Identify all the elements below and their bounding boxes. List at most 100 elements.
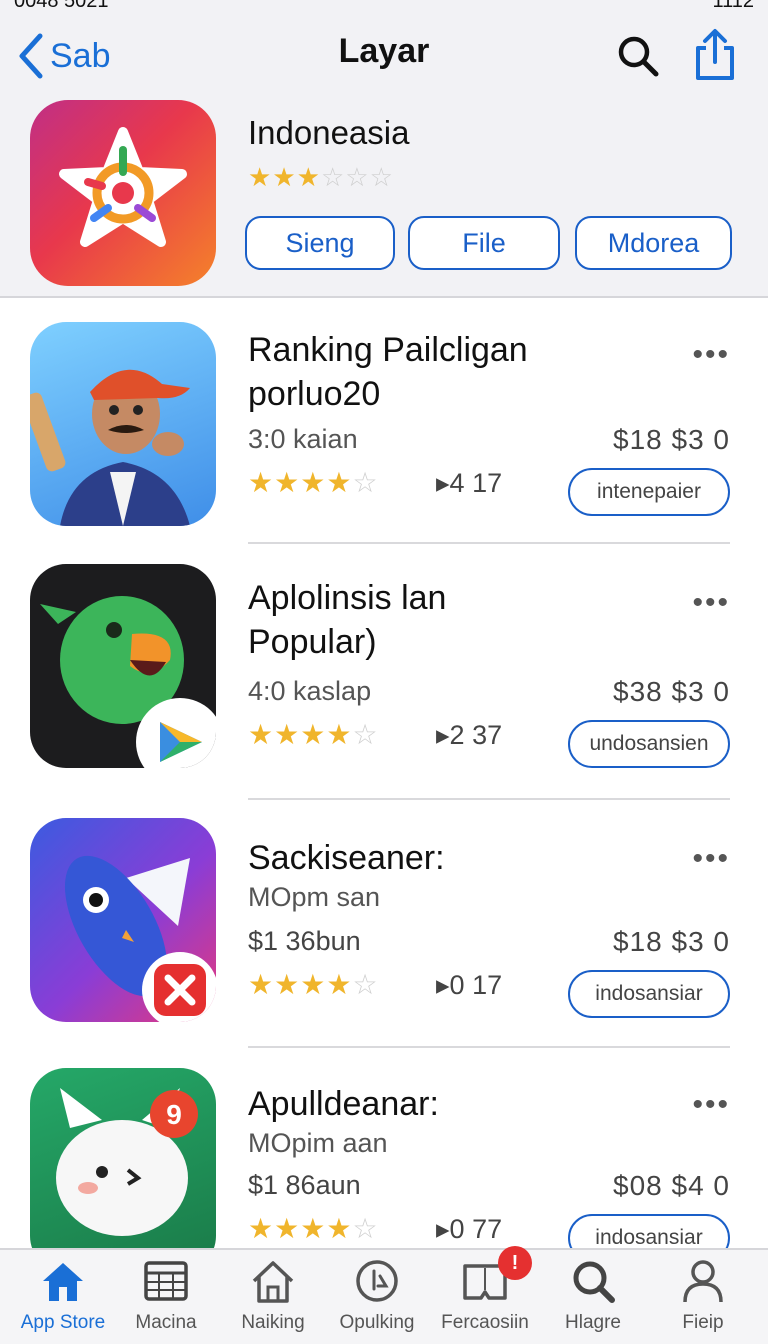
share-icon: [696, 29, 734, 80]
chevron-left-icon: [19, 33, 43, 79]
star-empty-icon: ☆: [369, 162, 394, 192]
tab-label: Macina: [135, 1312, 197, 1333]
tab-opulking[interactable]: Opulking: [322, 1256, 432, 1344]
grid-icon: [144, 1261, 188, 1301]
featured-app-name: Indoneasia: [248, 114, 410, 151]
star-filled-icon: ★: [300, 719, 327, 750]
status-indicators: 1112: [712, 0, 754, 13]
tab-naiking[interactable]: Naiking: [218, 1256, 328, 1344]
app-icon-white-cat: 9: [30, 1068, 216, 1272]
status-right-text: 1112: [712, 0, 754, 12]
home-outline-icon: [252, 1261, 294, 1303]
more-options-button[interactable]: •••: [692, 1088, 730, 1122]
list-item[interactable]: Sackiseaner: MOpm san ••• $1 36bun $18 $…: [0, 800, 768, 1048]
more-options-button[interactable]: •••: [692, 842, 730, 876]
star-filled-icon: ★: [326, 467, 353, 498]
star-filled-icon: ★: [248, 162, 273, 192]
featured-button-3[interactable]: Mdorea: [575, 216, 732, 270]
app-icon-badge: 9: [166, 1099, 182, 1130]
app-icon-cricket-player: [30, 322, 216, 526]
featured-button-1[interactable]: Sieng: [245, 216, 395, 270]
green-bird-icon: [40, 596, 216, 768]
tab-fercaosiin[interactable]: Fercaosiin !: [430, 1246, 540, 1344]
app-title-line2: Popular): [248, 623, 377, 661]
row-divider: [248, 1046, 730, 1048]
star-filled-icon: ★: [248, 969, 275, 1000]
app-icon-green-bird: [30, 564, 216, 768]
app-rating-count: ▸4 17: [436, 468, 503, 498]
star-filled-icon: ★: [248, 719, 275, 750]
app-icon-rocket-fish: [30, 818, 216, 1022]
tab-label: Naiking: [241, 1312, 305, 1333]
tab-label: App Store: [20, 1312, 106, 1333]
app-subtitle: 4:0 kaslap: [248, 676, 372, 706]
search-icon: [618, 36, 659, 77]
app-rating-stars: ★★★★☆: [248, 1212, 379, 1245]
star-filled-icon: ★: [300, 467, 327, 498]
star-empty-icon: ☆: [352, 1213, 379, 1244]
status-bar: 0048 5021 1112: [0, 0, 768, 18]
cricket-player-icon: [30, 369, 190, 526]
status-time: 0048 5021: [14, 0, 109, 12]
back-label: Sab: [50, 36, 111, 75]
app-rating-count: ▸0 17: [436, 970, 503, 1000]
get-button[interactable]: intenepaier: [568, 468, 730, 516]
app-rating-count: ▸2 37: [436, 720, 503, 750]
star-filled-icon: ★: [326, 969, 353, 1000]
search-button[interactable]: [614, 32, 662, 80]
tab-macina[interactable]: Macina: [111, 1256, 221, 1344]
star-filled-icon: ★: [274, 467, 301, 498]
list-item[interactable]: Ranking Pailcligan porluo20 ••• 3:0 kaia…: [0, 300, 768, 548]
star-filled-icon: ★: [274, 1213, 301, 1244]
app-subtitle: 3:0 kaian: [248, 424, 358, 454]
app-title-line1: Ranking Pailcligan: [248, 331, 528, 369]
app-title-line1: Sackiseaner:: [248, 839, 445, 877]
app-subtitle: MOpim aan: [248, 1128, 388, 1158]
list-item[interactable]: Aplolinsis lan Popular) ••• 4:0 kaslap $…: [0, 548, 768, 800]
app-price: $18 $3 0: [613, 926, 730, 957]
star-filled-icon: ★: [274, 969, 301, 1000]
rocket-fish-icon: [64, 855, 216, 1022]
app-rating-stars: ★★★★☆: [248, 968, 379, 1001]
star-empty-icon: ☆: [352, 969, 379, 1000]
search-icon: [573, 1261, 615, 1303]
app-price: $38 $3 0: [613, 676, 730, 707]
app-price: $08 $4 0: [613, 1170, 730, 1201]
featured-button-2[interactable]: File: [408, 216, 560, 270]
back-button[interactable]: Sab: [18, 30, 111, 82]
star-empty-icon: ☆: [345, 162, 370, 192]
tab-fieip[interactable]: Fieip: [648, 1256, 758, 1344]
app-title-line2: porluo20: [248, 375, 381, 413]
house-icon: [43, 1263, 83, 1301]
person-icon: [683, 1260, 723, 1303]
navigation-bar: Sab Layar: [0, 22, 768, 90]
featured-rating-stars: ★★★☆☆☆: [248, 162, 394, 193]
app-rating-count: ▸0 77: [436, 1214, 503, 1244]
more-options-button[interactable]: •••: [692, 338, 730, 372]
more-options-button[interactable]: •••: [692, 586, 730, 620]
tab-label: Hlagre: [565, 1312, 621, 1333]
star-logo-icon: [59, 127, 187, 247]
white-cat-icon: 9: [56, 1088, 198, 1236]
star-filled-icon: ★: [274, 719, 301, 750]
star-filled-icon: ★: [296, 162, 321, 192]
tab-label: Opulking: [339, 1312, 415, 1333]
app-title-line1: Aplolinsis lan: [248, 579, 447, 617]
get-button[interactable]: undosansien: [568, 720, 730, 768]
star-filled-icon: ★: [326, 1213, 353, 1244]
tab-hlagre[interactable]: Hlagre: [538, 1256, 648, 1344]
notification-badge: !: [498, 1246, 532, 1280]
app-secondary-price: $1 86aun: [248, 1170, 361, 1200]
app-price: $18 $3 0: [613, 424, 730, 455]
tab-app-store[interactable]: App Store: [8, 1256, 118, 1344]
star-empty-icon: ☆: [320, 162, 346, 192]
star-empty-icon: ☆: [352, 467, 379, 498]
app-rating-stars: ★★★★☆: [248, 466, 379, 499]
star-empty-icon: ☆: [352, 719, 379, 750]
star-filled-icon: ★: [248, 1213, 275, 1244]
share-button[interactable]: [690, 28, 740, 82]
app-title-line1: Apulldeanar:: [248, 1085, 439, 1123]
get-button[interactable]: indosansiar: [568, 970, 730, 1018]
star-filled-icon: ★: [272, 162, 297, 192]
featured-app-icon[interactable]: [30, 100, 216, 286]
